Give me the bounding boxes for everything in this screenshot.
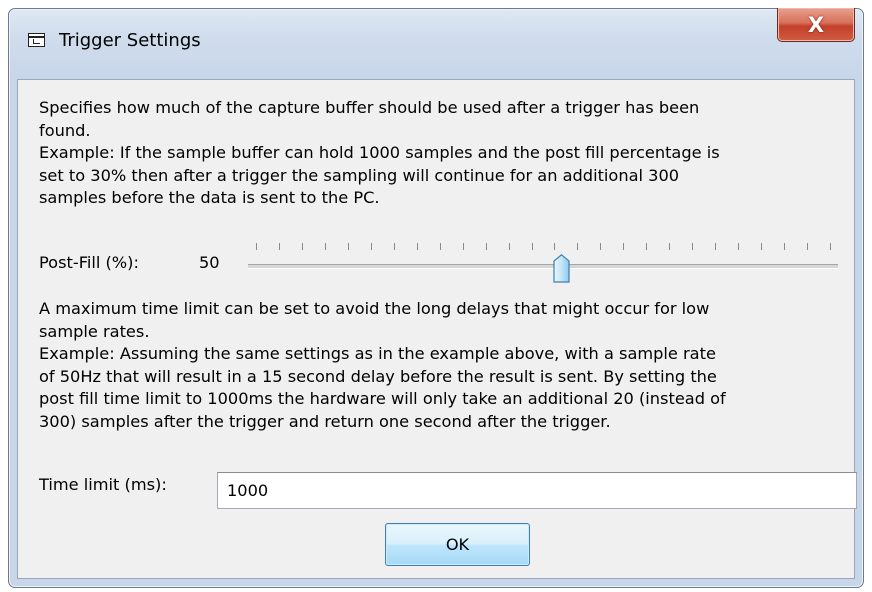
description-line: post fill time limit to 1000ms the hardw…: [39, 389, 726, 408]
slider-tick: [278, 243, 280, 250]
description-line: of 50Hz that will result in a 15 second …: [39, 366, 717, 386]
slider-tick: [301, 243, 303, 250]
description-line: found.: [39, 120, 91, 140]
title-bar[interactable]: Trigger Settings X: [9, 8, 863, 79]
slider-tick: [761, 243, 763, 250]
slider-tick: [416, 243, 418, 250]
time-limit-description: A maximum time limit can be set to avoid…: [39, 298, 839, 433]
slider-tick: [393, 243, 395, 250]
slider-tick: [600, 243, 602, 250]
description-line: set to 30% then after a trigger the samp…: [39, 165, 680, 185]
post-fill-value: 50: [199, 253, 220, 272]
slider-tick: [669, 243, 671, 250]
slider-tick: [256, 243, 257, 250]
description-line: A maximum time limit can be set to avoid…: [39, 299, 710, 318]
description-line: Specifies how much of the capture buffer…: [39, 98, 700, 117]
slider-tick: [370, 243, 372, 250]
description-line: 300) samples after the trigger and retur…: [39, 411, 611, 431]
slider-tick: [738, 243, 740, 250]
slider-tick: [692, 243, 694, 250]
description-line: samples before the data is sent to the P…: [39, 188, 380, 207]
slider-tick: [646, 243, 648, 250]
close-icon: X: [807, 12, 825, 37]
slider-tick: [784, 243, 786, 250]
slider-tick: [347, 243, 349, 250]
slider-tick: [807, 243, 809, 250]
slider-tick: [830, 243, 831, 250]
description-line: Example: If the sample buffer can hold 1…: [39, 143, 720, 162]
slider-tick: [462, 243, 464, 250]
window-icon: [28, 33, 45, 47]
slider-track[interactable]: [248, 264, 838, 269]
post-fill-slider[interactable]: [248, 238, 838, 286]
description-line: Example: Assuming the same settings as i…: [39, 344, 716, 363]
dialog-content: Specifies how much of the capture buffer…: [17, 79, 857, 579]
post-fill-label: Post-Fill (%):: [39, 253, 139, 272]
time-limit-input[interactable]: [217, 472, 857, 509]
slider-tick: [324, 243, 326, 250]
slider-tick: [531, 243, 533, 250]
trigger-settings-dialog: Trigger Settings X Specifies how much of…: [8, 8, 864, 588]
window-title: Trigger Settings: [59, 30, 201, 51]
description-line: sample rates.: [39, 321, 150, 341]
post-fill-description: Specifies how much of the capture buffer…: [39, 97, 839, 210]
close-button[interactable]: X: [777, 8, 855, 42]
slider-tick: [623, 243, 625, 250]
slider-tick: [508, 243, 510, 250]
ok-button[interactable]: OK: [385, 523, 530, 566]
slider-thumb[interactable]: [552, 254, 570, 283]
slider-tick: [485, 243, 487, 250]
slider-tick: [577, 243, 579, 250]
slider-tick: [554, 243, 556, 250]
slider-tick: [715, 243, 717, 250]
time-limit-label: Time limit (ms):: [39, 475, 167, 494]
slider-tick: [439, 243, 441, 250]
